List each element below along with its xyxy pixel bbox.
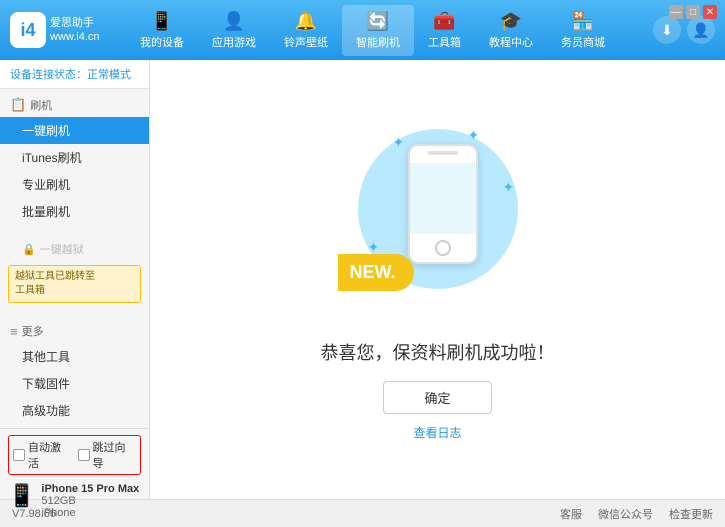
sparkle-2: ✦ xyxy=(468,127,480,144)
sparkle-3: ✦ xyxy=(503,179,515,196)
flash-section: 📋 刷机 一键刷机 iTunes刷机 专业刷机 批量刷机 xyxy=(0,89,149,229)
sidebar-item-pro-flash[interactable]: 专业刷机 xyxy=(0,171,149,198)
nav-tab-tutorial[interactable]: 🎓 教程中心 xyxy=(475,5,547,56)
maximize-button[interactable]: □ xyxy=(686,5,700,19)
auto-activate-row: 自动激活 跳过向导 xyxy=(8,435,141,475)
auto-activate-checkbox[interactable]: 自动激活 xyxy=(13,439,72,471)
auto-activate-checkbox-box[interactable] xyxy=(13,449,25,461)
confirm-button[interactable]: 确定 xyxy=(383,381,491,414)
sparkle-4: ✦ xyxy=(368,239,380,256)
wechat-link[interactable]: 微信公众号 xyxy=(598,506,653,522)
jailbreak-disabled: 🔒 一键越狱 xyxy=(0,237,149,261)
customer-service-link[interactable]: 客服 xyxy=(560,506,582,522)
flash-icon: 🔄 xyxy=(367,11,389,32)
success-text: 恭喜您，保资料刷机成功啦！ xyxy=(321,339,555,365)
device-storage: 512GB xyxy=(41,495,139,507)
sidebar-item-batch-flash[interactable]: 批量刷机 xyxy=(0,198,149,225)
sidebar-item-download-firmware[interactable]: 下载固件 xyxy=(0,370,149,397)
nav-tab-apps[interactable]: 👤 应用游戏 xyxy=(198,5,270,56)
new-badge: NEW. xyxy=(338,254,414,291)
tutorial-icon: 🎓 xyxy=(500,11,522,32)
nav-tab-ringtones[interactable]: 🔔 铃声壁纸 xyxy=(270,5,342,56)
main-content: ✦ ✦ ✦ ✦ NEW. 恭喜您，保资料刷机成功啦！ 确定 查看日志 xyxy=(150,60,725,499)
nav-tab-service[interactable]: 🏪 务员商城 xyxy=(547,5,619,56)
sidebar-item-one-key-flash[interactable]: 一键刷机 xyxy=(0,117,149,144)
ringtones-icon: 🔔 xyxy=(295,11,317,32)
header: i4 爱思助手 www.i4.cn 📱 我的设备 👤 应用游戏 🔔 铃声壁纸 🔄 xyxy=(0,0,725,60)
phone-speaker xyxy=(428,151,458,155)
flash-section-header[interactable]: 📋 刷机 xyxy=(0,93,149,117)
guide-checkbox-box[interactable] xyxy=(78,449,90,461)
more-section-icon: ≡ xyxy=(10,324,18,339)
iphone-icon: 📱 xyxy=(8,483,35,509)
check-update-link[interactable]: 检查更新 xyxy=(669,506,713,522)
device-type: iPhone xyxy=(41,507,139,519)
device-icon: 📱 xyxy=(151,11,173,32)
new-label: NEW. xyxy=(350,262,396,283)
device-details: iPhone 15 Pro Max 512GB iPhone xyxy=(41,483,139,519)
bottom-links: 客服 微信公众号 检查更新 xyxy=(560,506,713,522)
more-section-header[interactable]: ≡ 更多 xyxy=(0,319,149,343)
success-illustration: ✦ ✦ ✦ ✦ NEW. xyxy=(338,119,538,319)
phone-screen xyxy=(410,163,476,234)
phone-home-btn xyxy=(435,240,451,256)
lock-icon: 🔒 xyxy=(22,243,36,256)
nav-tabs: 📱 我的设备 👤 应用游戏 🔔 铃声壁纸 🔄 智能刷机 🧰 工具箱 🎓 xyxy=(110,5,635,56)
log-link[interactable]: 查看日志 xyxy=(413,424,461,441)
more-section: ≡ 更多 其他工具 下载固件 高级功能 xyxy=(0,315,149,428)
logo-text: 爱思助手 www.i4.cn xyxy=(50,16,100,45)
sidebar-item-advanced[interactable]: 高级功能 xyxy=(0,397,149,424)
user-button[interactable]: 👤 xyxy=(687,16,715,44)
guide-checkbox[interactable]: 跳过向导 xyxy=(78,439,137,471)
logo: i4 爱思助手 www.i4.cn xyxy=(10,12,110,48)
nav-tab-smart-flash[interactable]: 🔄 智能刷机 xyxy=(342,5,414,56)
close-button[interactable]: ✕ xyxy=(703,5,717,19)
sidebar: 设备连接状态：正常模式 📋 刷机 一键刷机 iTunes刷机 专业刷机 批量刷机… xyxy=(0,60,150,499)
logo-icon: i4 xyxy=(10,12,46,48)
nav-tab-toolbox[interactable]: 🧰 工具箱 xyxy=(414,5,475,56)
sparkle-1: ✦ xyxy=(393,134,405,151)
device-name: iPhone 15 Pro Max xyxy=(41,483,139,495)
toolbox-icon: 🧰 xyxy=(433,11,455,32)
download-button[interactable]: ⬇ xyxy=(653,16,681,44)
status-bar: 设备连接状态：正常模式 xyxy=(0,60,149,89)
flash-section-icon: 📋 xyxy=(10,97,26,113)
header-right: ⬇ 👤 xyxy=(635,16,715,44)
version-label: V7.98.66 xyxy=(12,508,56,520)
nav-tab-my-device[interactable]: 📱 我的设备 xyxy=(126,5,198,56)
service-icon: 🏪 xyxy=(572,11,594,32)
sidebar-item-itunes-flash[interactable]: iTunes刷机 xyxy=(0,144,149,171)
phone-body xyxy=(408,144,478,264)
minimize-button[interactable]: — xyxy=(669,5,683,19)
apps-icon: 👤 xyxy=(223,11,245,32)
jailbreak-note: 越狱工具已跳转至 工具箱 xyxy=(8,265,141,303)
sidebar-item-other-tools[interactable]: 其他工具 xyxy=(0,343,149,370)
